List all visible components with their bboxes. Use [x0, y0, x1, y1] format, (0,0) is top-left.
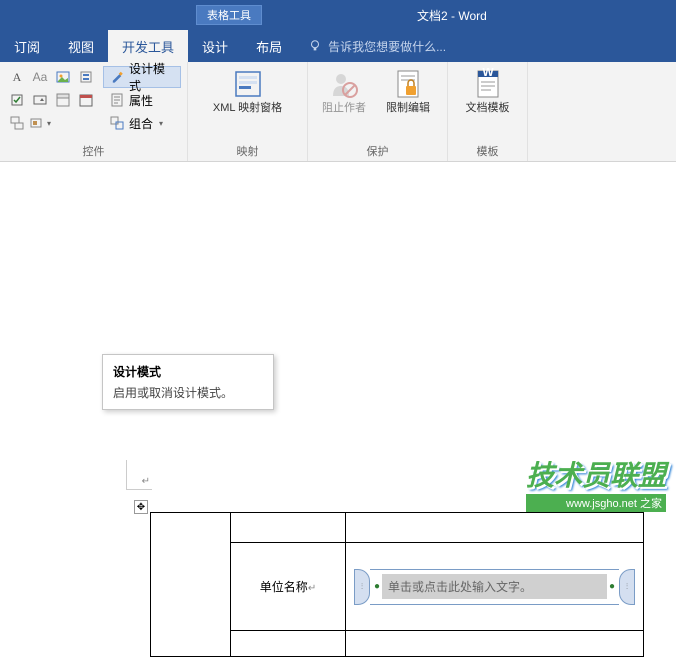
group-ctrl-label: 组合 [129, 115, 153, 132]
ribbon-tabs: 订阅 视图 开发工具 设计 布局 告诉我您想要做什么... [0, 30, 676, 62]
contextual-tab-label: 表格工具 [196, 5, 262, 25]
paragraph-mark-icon: ↵ [308, 583, 316, 594]
legacy-tools-button[interactable]: ▾ [29, 113, 51, 133]
content-control[interactable]: ⫶ ● 单击或点击此处输入文字。 ● ⫶ [354, 569, 635, 605]
xml-mapping-icon [232, 68, 264, 100]
restrict-editing-label: 限制编辑 [386, 102, 430, 115]
content-control-placeholder[interactable]: 单击或点击此处输入文字。 [382, 574, 607, 599]
watermark: 技术员联盟 www.jsgho.net 之家 [526, 454, 666, 512]
controls-group-label: 控件 [6, 141, 181, 159]
xml-mapping-label: XML 映射窗格 [213, 102, 282, 115]
protect-group-label: 保护 [314, 141, 441, 159]
xml-mapping-button[interactable]: XML 映射窗格 [194, 66, 301, 117]
checkmark-icon: ● [374, 581, 380, 592]
properties-label: 属性 [129, 92, 153, 109]
building-block-control-button[interactable] [75, 67, 97, 87]
table-cell-content-control[interactable]: ⫶ ● 单击或点击此处输入文字。 ● ⫶ [346, 543, 644, 631]
tab-developer[interactable]: 开发工具 [108, 30, 188, 62]
restrict-editing-button[interactable]: 限制编辑 [378, 66, 438, 117]
table-cell[interactable] [346, 631, 644, 657]
design-mode-tooltip: 设计模式 启用或取消设计模式。 [102, 354, 274, 410]
checkmark-icon: ● [609, 581, 615, 592]
title-bar: 表格工具 文档2 - Word [0, 0, 676, 30]
svg-text:W: W [482, 68, 494, 79]
plain-text-control-button[interactable]: Aa [29, 67, 51, 87]
block-authors-label: 阻止作者 [322, 102, 366, 115]
chevron-down-icon: ▾ [159, 119, 163, 128]
block-authors-button[interactable]: 阻止作者 [314, 66, 374, 117]
tab-view[interactable]: 视图 [54, 30, 108, 62]
ruler-corner: ↵ [126, 460, 152, 490]
document-template-label: 文档模板 [466, 102, 510, 115]
document-template-icon: W [472, 68, 504, 100]
table-cell-label[interactable]: 单位名称↵ [231, 543, 346, 631]
repeating-section-control-button[interactable] [6, 113, 28, 133]
dropdown-control-button[interactable] [52, 90, 74, 110]
rich-text-control-button[interactable]: A [6, 67, 28, 87]
design-mode-icon [110, 69, 125, 85]
group-protect: 阻止作者 限制编辑 保护 [308, 62, 448, 161]
properties-button[interactable]: 属性 [103, 89, 181, 111]
block-authors-icon [328, 68, 360, 100]
tab-review-partial[interactable]: 订阅 [0, 30, 54, 62]
document-area[interactable]: 设计模式 启用或取消设计模式。 ↵ ✥ 单位名称↵ ⫶ ● 单击或点击此处输入文… [0, 162, 676, 522]
tab-table-layout[interactable]: 布局 [242, 30, 296, 62]
group-button[interactable]: 组合 ▾ [103, 112, 181, 134]
templates-group-label: 模板 [454, 141, 521, 159]
group-icon [109, 115, 125, 131]
properties-icon [109, 92, 125, 108]
table-move-handle[interactable]: ✥ [134, 500, 148, 514]
document-table[interactable]: 单位名称↵ ⫶ ● 单击或点击此处输入文字。 ● ⫶ [150, 512, 644, 657]
tab-table-design[interactable]: 设计 [188, 30, 242, 62]
group-mapping: XML 映射窗格 映射 [188, 62, 308, 161]
table-cell[interactable] [231, 631, 346, 657]
tooltip-description: 启用或取消设计模式。 [113, 384, 263, 401]
table-cell-left[interactable] [151, 513, 231, 657]
picture-control-button[interactable] [52, 67, 74, 87]
ribbon: A Aa ▾ 设计模式 [0, 62, 676, 162]
content-control-end-tag[interactable]: ⫶ [619, 569, 635, 605]
watermark-sub: www.jsgho.net 之家 [526, 494, 666, 512]
tell-me-search[interactable]: 告诉我您想要做什么... [308, 30, 446, 62]
design-mode-button[interactable]: 设计模式 [103, 66, 181, 88]
document-title: 文档2 - Word [417, 7, 487, 24]
restrict-editing-icon [392, 68, 424, 100]
content-control-start-tag[interactable]: ⫶ [354, 569, 370, 605]
table-cell[interactable] [231, 513, 346, 543]
group-templates: W 文档模板 模板 [448, 62, 528, 161]
cell-label-text: 单位名称 [260, 580, 308, 594]
tell-me-placeholder: 告诉我您想要做什么... [328, 38, 446, 55]
group-controls: A Aa ▾ 设计模式 [0, 62, 188, 161]
table-cell[interactable] [346, 513, 644, 543]
tooltip-title: 设计模式 [113, 363, 263, 380]
combo-box-control-button[interactable] [29, 90, 51, 110]
mapping-group-label: 映射 [194, 141, 301, 159]
lightbulb-icon [308, 39, 322, 53]
checkbox-control-button[interactable] [6, 90, 28, 110]
date-picker-control-button[interactable] [75, 90, 97, 110]
watermark-main: 技术员联盟 [526, 454, 666, 494]
document-template-button[interactable]: W 文档模板 [454, 66, 521, 117]
